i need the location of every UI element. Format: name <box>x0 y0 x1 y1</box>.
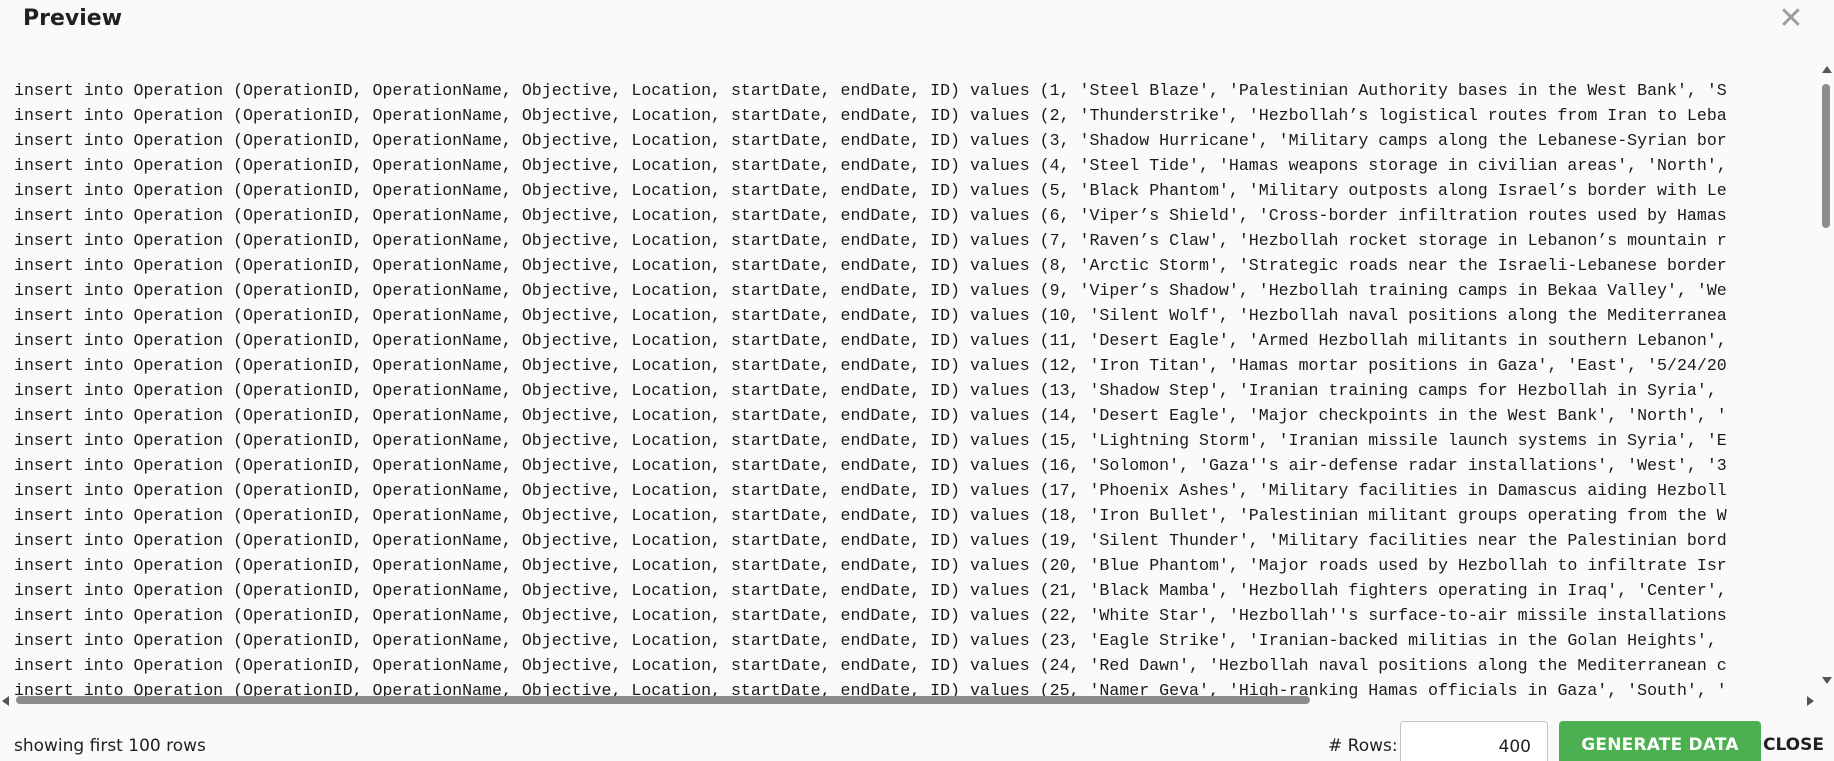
sql-line: insert into Operation (OperationID, Oper… <box>14 206 1727 225</box>
sql-line: insert into Operation (OperationID, Oper… <box>14 456 1727 475</box>
vertical-scrollbar[interactable] <box>1818 54 1834 690</box>
sql-line: insert into Operation (OperationID, Oper… <box>14 581 1727 600</box>
horizontal-scroll-thumb[interactable] <box>16 696 1310 704</box>
rows-label: # Rows: <box>1328 736 1398 756</box>
code-lines: insert into Operation (OperationID, Oper… <box>14 78 1834 710</box>
sql-line: insert into Operation (OperationID, Oper… <box>14 606 1727 625</box>
scroll-down-arrow-icon[interactable] <box>1822 677 1832 684</box>
close-icon[interactable]: ✕ <box>1778 4 1804 34</box>
sql-line: insert into Operation (OperationID, Oper… <box>14 81 1727 100</box>
sql-line: insert into Operation (OperationID, Oper… <box>14 156 1727 175</box>
sql-line: insert into Operation (OperationID, Oper… <box>14 106 1727 125</box>
sql-line: insert into Operation (OperationID, Oper… <box>14 656 1727 675</box>
sql-line: insert into Operation (OperationID, Oper… <box>14 531 1727 550</box>
sql-line: insert into Operation (OperationID, Oper… <box>14 231 1727 250</box>
generate-data-button[interactable]: GENERATE DATA <box>1559 721 1761 761</box>
sql-line: insert into Operation (OperationID, Oper… <box>14 181 1727 200</box>
sql-line: insert into Operation (OperationID, Oper… <box>14 256 1727 275</box>
close-button[interactable]: CLOSE <box>1758 721 1834 761</box>
row-count-status: showing first 100 rows <box>14 736 206 756</box>
sql-line: insert into Operation (OperationID, Oper… <box>14 406 1727 425</box>
sql-line: insert into Operation (OperationID, Oper… <box>14 556 1727 575</box>
sql-line: insert into Operation (OperationID, Oper… <box>14 431 1727 450</box>
horizontal-scrollbar[interactable] <box>0 692 1818 708</box>
sql-line: insert into Operation (OperationID, Oper… <box>14 331 1727 350</box>
scroll-up-arrow-icon[interactable] <box>1822 66 1832 73</box>
sql-line: insert into Operation (OperationID, Oper… <box>14 356 1727 375</box>
sql-line: insert into Operation (OperationID, Oper… <box>14 381 1717 400</box>
scroll-left-arrow-icon[interactable] <box>2 696 9 706</box>
dialog-title: Preview <box>23 6 123 31</box>
sql-line: insert into Operation (OperationID, Oper… <box>14 131 1727 150</box>
rows-input[interactable]: 400 <box>1400 721 1548 761</box>
sql-line: insert into Operation (OperationID, Oper… <box>14 506 1727 525</box>
sql-line: insert into Operation (OperationID, Oper… <box>14 306 1727 325</box>
sql-line: insert into Operation (OperationID, Oper… <box>14 281 1727 300</box>
vertical-scroll-thumb[interactable] <box>1822 84 1830 228</box>
scroll-right-arrow-icon[interactable] <box>1807 696 1814 706</box>
sql-line: insert into Operation (OperationID, Oper… <box>14 481 1727 500</box>
sql-preview-area[interactable]: insert into Operation (OperationID, Oper… <box>0 78 1834 710</box>
sql-line: insert into Operation (OperationID, Oper… <box>14 631 1717 650</box>
preview-dialog: Preview ✕ insert into Operation (Operati… <box>0 0 1834 761</box>
